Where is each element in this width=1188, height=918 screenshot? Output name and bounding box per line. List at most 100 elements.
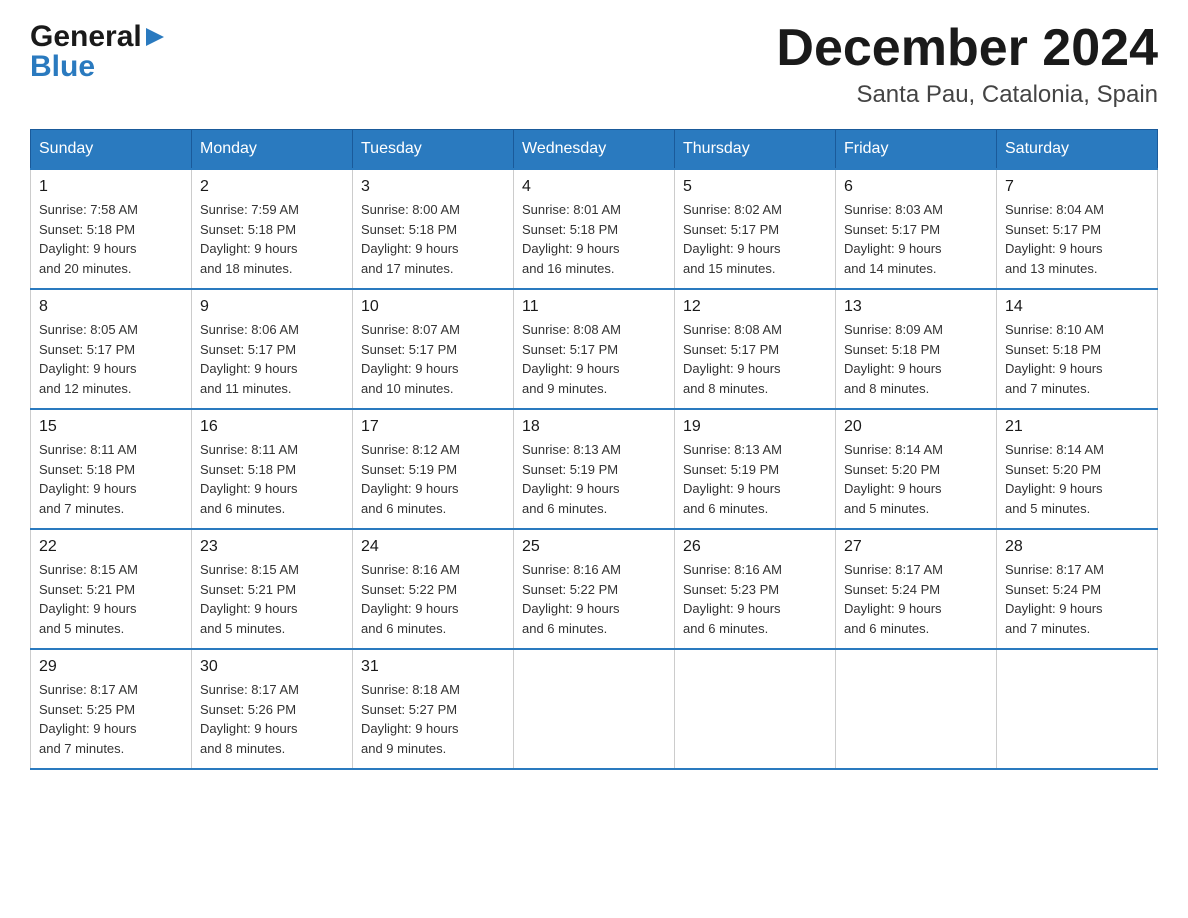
day-number: 3	[361, 178, 505, 196]
calendar-cell: 13 Sunrise: 8:09 AMSunset: 5:18 PMDaylig…	[836, 289, 997, 409]
day-number: 16	[200, 418, 344, 436]
day-number: 18	[522, 418, 666, 436]
day-number: 28	[1005, 538, 1149, 556]
header-friday: Friday	[836, 130, 997, 170]
day-info: Sunrise: 8:03 AMSunset: 5:17 PMDaylight:…	[844, 200, 988, 278]
calendar-cell	[997, 649, 1158, 769]
calendar-cell: 2 Sunrise: 7:59 AMSunset: 5:18 PMDayligh…	[192, 169, 353, 289]
day-number: 25	[522, 538, 666, 556]
day-info: Sunrise: 8:02 AMSunset: 5:17 PMDaylight:…	[683, 200, 827, 278]
day-number: 27	[844, 538, 988, 556]
calendar-cell: 7 Sunrise: 8:04 AMSunset: 5:17 PMDayligh…	[997, 169, 1158, 289]
day-info: Sunrise: 8:17 AMSunset: 5:25 PMDaylight:…	[39, 680, 183, 758]
calendar-cell: 14 Sunrise: 8:10 AMSunset: 5:18 PMDaylig…	[997, 289, 1158, 409]
calendar-cell: 29 Sunrise: 8:17 AMSunset: 5:25 PMDaylig…	[31, 649, 192, 769]
calendar-cell: 28 Sunrise: 8:17 AMSunset: 5:24 PMDaylig…	[997, 529, 1158, 649]
day-info: Sunrise: 8:14 AMSunset: 5:20 PMDaylight:…	[844, 440, 988, 518]
day-number: 7	[1005, 178, 1149, 196]
calendar-cell: 6 Sunrise: 8:03 AMSunset: 5:17 PMDayligh…	[836, 169, 997, 289]
day-number: 22	[39, 538, 183, 556]
day-info: Sunrise: 8:17 AMSunset: 5:24 PMDaylight:…	[1005, 560, 1149, 638]
calendar-cell: 10 Sunrise: 8:07 AMSunset: 5:17 PMDaylig…	[353, 289, 514, 409]
location-subtitle: Santa Pau, Catalonia, Spain	[776, 81, 1158, 109]
day-info: Sunrise: 8:01 AMSunset: 5:18 PMDaylight:…	[522, 200, 666, 278]
day-info: Sunrise: 8:09 AMSunset: 5:18 PMDaylight:…	[844, 320, 988, 398]
calendar-cell: 27 Sunrise: 8:17 AMSunset: 5:24 PMDaylig…	[836, 529, 997, 649]
calendar-cell: 22 Sunrise: 8:15 AMSunset: 5:21 PMDaylig…	[31, 529, 192, 649]
day-info: Sunrise: 7:58 AMSunset: 5:18 PMDaylight:…	[39, 200, 183, 278]
day-number: 5	[683, 178, 827, 196]
calendar-cell: 30 Sunrise: 8:17 AMSunset: 5:26 PMDaylig…	[192, 649, 353, 769]
day-number: 21	[1005, 418, 1149, 436]
calendar-cell: 8 Sunrise: 8:05 AMSunset: 5:17 PMDayligh…	[31, 289, 192, 409]
day-number: 8	[39, 298, 183, 316]
day-info: Sunrise: 8:10 AMSunset: 5:18 PMDaylight:…	[1005, 320, 1149, 398]
logo-blue-text: Blue	[30, 50, 95, 84]
day-info: Sunrise: 8:16 AMSunset: 5:22 PMDaylight:…	[522, 560, 666, 638]
logo: General Blue	[30, 20, 166, 84]
day-info: Sunrise: 8:17 AMSunset: 5:26 PMDaylight:…	[200, 680, 344, 758]
calendar-cell: 21 Sunrise: 8:14 AMSunset: 5:20 PMDaylig…	[997, 409, 1158, 529]
day-info: Sunrise: 8:13 AMSunset: 5:19 PMDaylight:…	[522, 440, 666, 518]
day-info: Sunrise: 8:04 AMSunset: 5:17 PMDaylight:…	[1005, 200, 1149, 278]
day-number: 2	[200, 178, 344, 196]
day-number: 15	[39, 418, 183, 436]
day-info: Sunrise: 8:08 AMSunset: 5:17 PMDaylight:…	[522, 320, 666, 398]
day-info: Sunrise: 8:11 AMSunset: 5:18 PMDaylight:…	[200, 440, 344, 518]
day-number: 9	[200, 298, 344, 316]
calendar-cell: 26 Sunrise: 8:16 AMSunset: 5:23 PMDaylig…	[675, 529, 836, 649]
day-number: 14	[1005, 298, 1149, 316]
calendar-cell: 16 Sunrise: 8:11 AMSunset: 5:18 PMDaylig…	[192, 409, 353, 529]
calendar-cell: 31 Sunrise: 8:18 AMSunset: 5:27 PMDaylig…	[353, 649, 514, 769]
day-number: 24	[361, 538, 505, 556]
day-number: 30	[200, 658, 344, 676]
day-info: Sunrise: 7:59 AMSunset: 5:18 PMDaylight:…	[200, 200, 344, 278]
calendar-body: 1 Sunrise: 7:58 AMSunset: 5:18 PMDayligh…	[31, 169, 1158, 769]
calendar-cell: 24 Sunrise: 8:16 AMSunset: 5:22 PMDaylig…	[353, 529, 514, 649]
page-header: General Blue December 2024 Santa Pau, Ca…	[30, 20, 1158, 109]
day-number: 17	[361, 418, 505, 436]
header-monday: Monday	[192, 130, 353, 170]
day-info: Sunrise: 8:07 AMSunset: 5:17 PMDaylight:…	[361, 320, 505, 398]
day-number: 23	[200, 538, 344, 556]
logo-general-text: General	[30, 20, 142, 54]
day-info: Sunrise: 8:18 AMSunset: 5:27 PMDaylight:…	[361, 680, 505, 758]
calendar-cell: 12 Sunrise: 8:08 AMSunset: 5:17 PMDaylig…	[675, 289, 836, 409]
day-number: 13	[844, 298, 988, 316]
day-number: 29	[39, 658, 183, 676]
day-number: 19	[683, 418, 827, 436]
calendar-cell: 20 Sunrise: 8:14 AMSunset: 5:20 PMDaylig…	[836, 409, 997, 529]
logo-arrow-icon	[144, 26, 166, 48]
header-tuesday: Tuesday	[353, 130, 514, 170]
calendar-cell: 15 Sunrise: 8:11 AMSunset: 5:18 PMDaylig…	[31, 409, 192, 529]
calendar-header: Sunday Monday Tuesday Wednesday Thursday…	[31, 130, 1158, 170]
calendar-cell: 1 Sunrise: 7:58 AMSunset: 5:18 PMDayligh…	[31, 169, 192, 289]
day-number: 12	[683, 298, 827, 316]
calendar-cell: 23 Sunrise: 8:15 AMSunset: 5:21 PMDaylig…	[192, 529, 353, 649]
day-number: 20	[844, 418, 988, 436]
calendar-cell: 5 Sunrise: 8:02 AMSunset: 5:17 PMDayligh…	[675, 169, 836, 289]
calendar-table: Sunday Monday Tuesday Wednesday Thursday…	[30, 129, 1158, 770]
day-number: 26	[683, 538, 827, 556]
day-number: 4	[522, 178, 666, 196]
day-number: 6	[844, 178, 988, 196]
calendar-cell: 25 Sunrise: 8:16 AMSunset: 5:22 PMDaylig…	[514, 529, 675, 649]
day-number: 1	[39, 178, 183, 196]
calendar-cell: 19 Sunrise: 8:13 AMSunset: 5:19 PMDaylig…	[675, 409, 836, 529]
header-thursday: Thursday	[675, 130, 836, 170]
day-info: Sunrise: 8:14 AMSunset: 5:20 PMDaylight:…	[1005, 440, 1149, 518]
header-wednesday: Wednesday	[514, 130, 675, 170]
calendar-cell: 4 Sunrise: 8:01 AMSunset: 5:18 PMDayligh…	[514, 169, 675, 289]
day-info: Sunrise: 8:16 AMSunset: 5:23 PMDaylight:…	[683, 560, 827, 638]
day-number: 11	[522, 298, 666, 316]
calendar-cell: 17 Sunrise: 8:12 AMSunset: 5:19 PMDaylig…	[353, 409, 514, 529]
calendar-cell: 18 Sunrise: 8:13 AMSunset: 5:19 PMDaylig…	[514, 409, 675, 529]
day-number: 10	[361, 298, 505, 316]
day-info: Sunrise: 8:16 AMSunset: 5:22 PMDaylight:…	[361, 560, 505, 638]
header-saturday: Saturday	[997, 130, 1158, 170]
calendar-cell: 9 Sunrise: 8:06 AMSunset: 5:17 PMDayligh…	[192, 289, 353, 409]
calendar-cell: 3 Sunrise: 8:00 AMSunset: 5:18 PMDayligh…	[353, 169, 514, 289]
day-info: Sunrise: 8:00 AMSunset: 5:18 PMDaylight:…	[361, 200, 505, 278]
day-info: Sunrise: 8:08 AMSunset: 5:17 PMDaylight:…	[683, 320, 827, 398]
day-info: Sunrise: 8:15 AMSunset: 5:21 PMDaylight:…	[200, 560, 344, 638]
